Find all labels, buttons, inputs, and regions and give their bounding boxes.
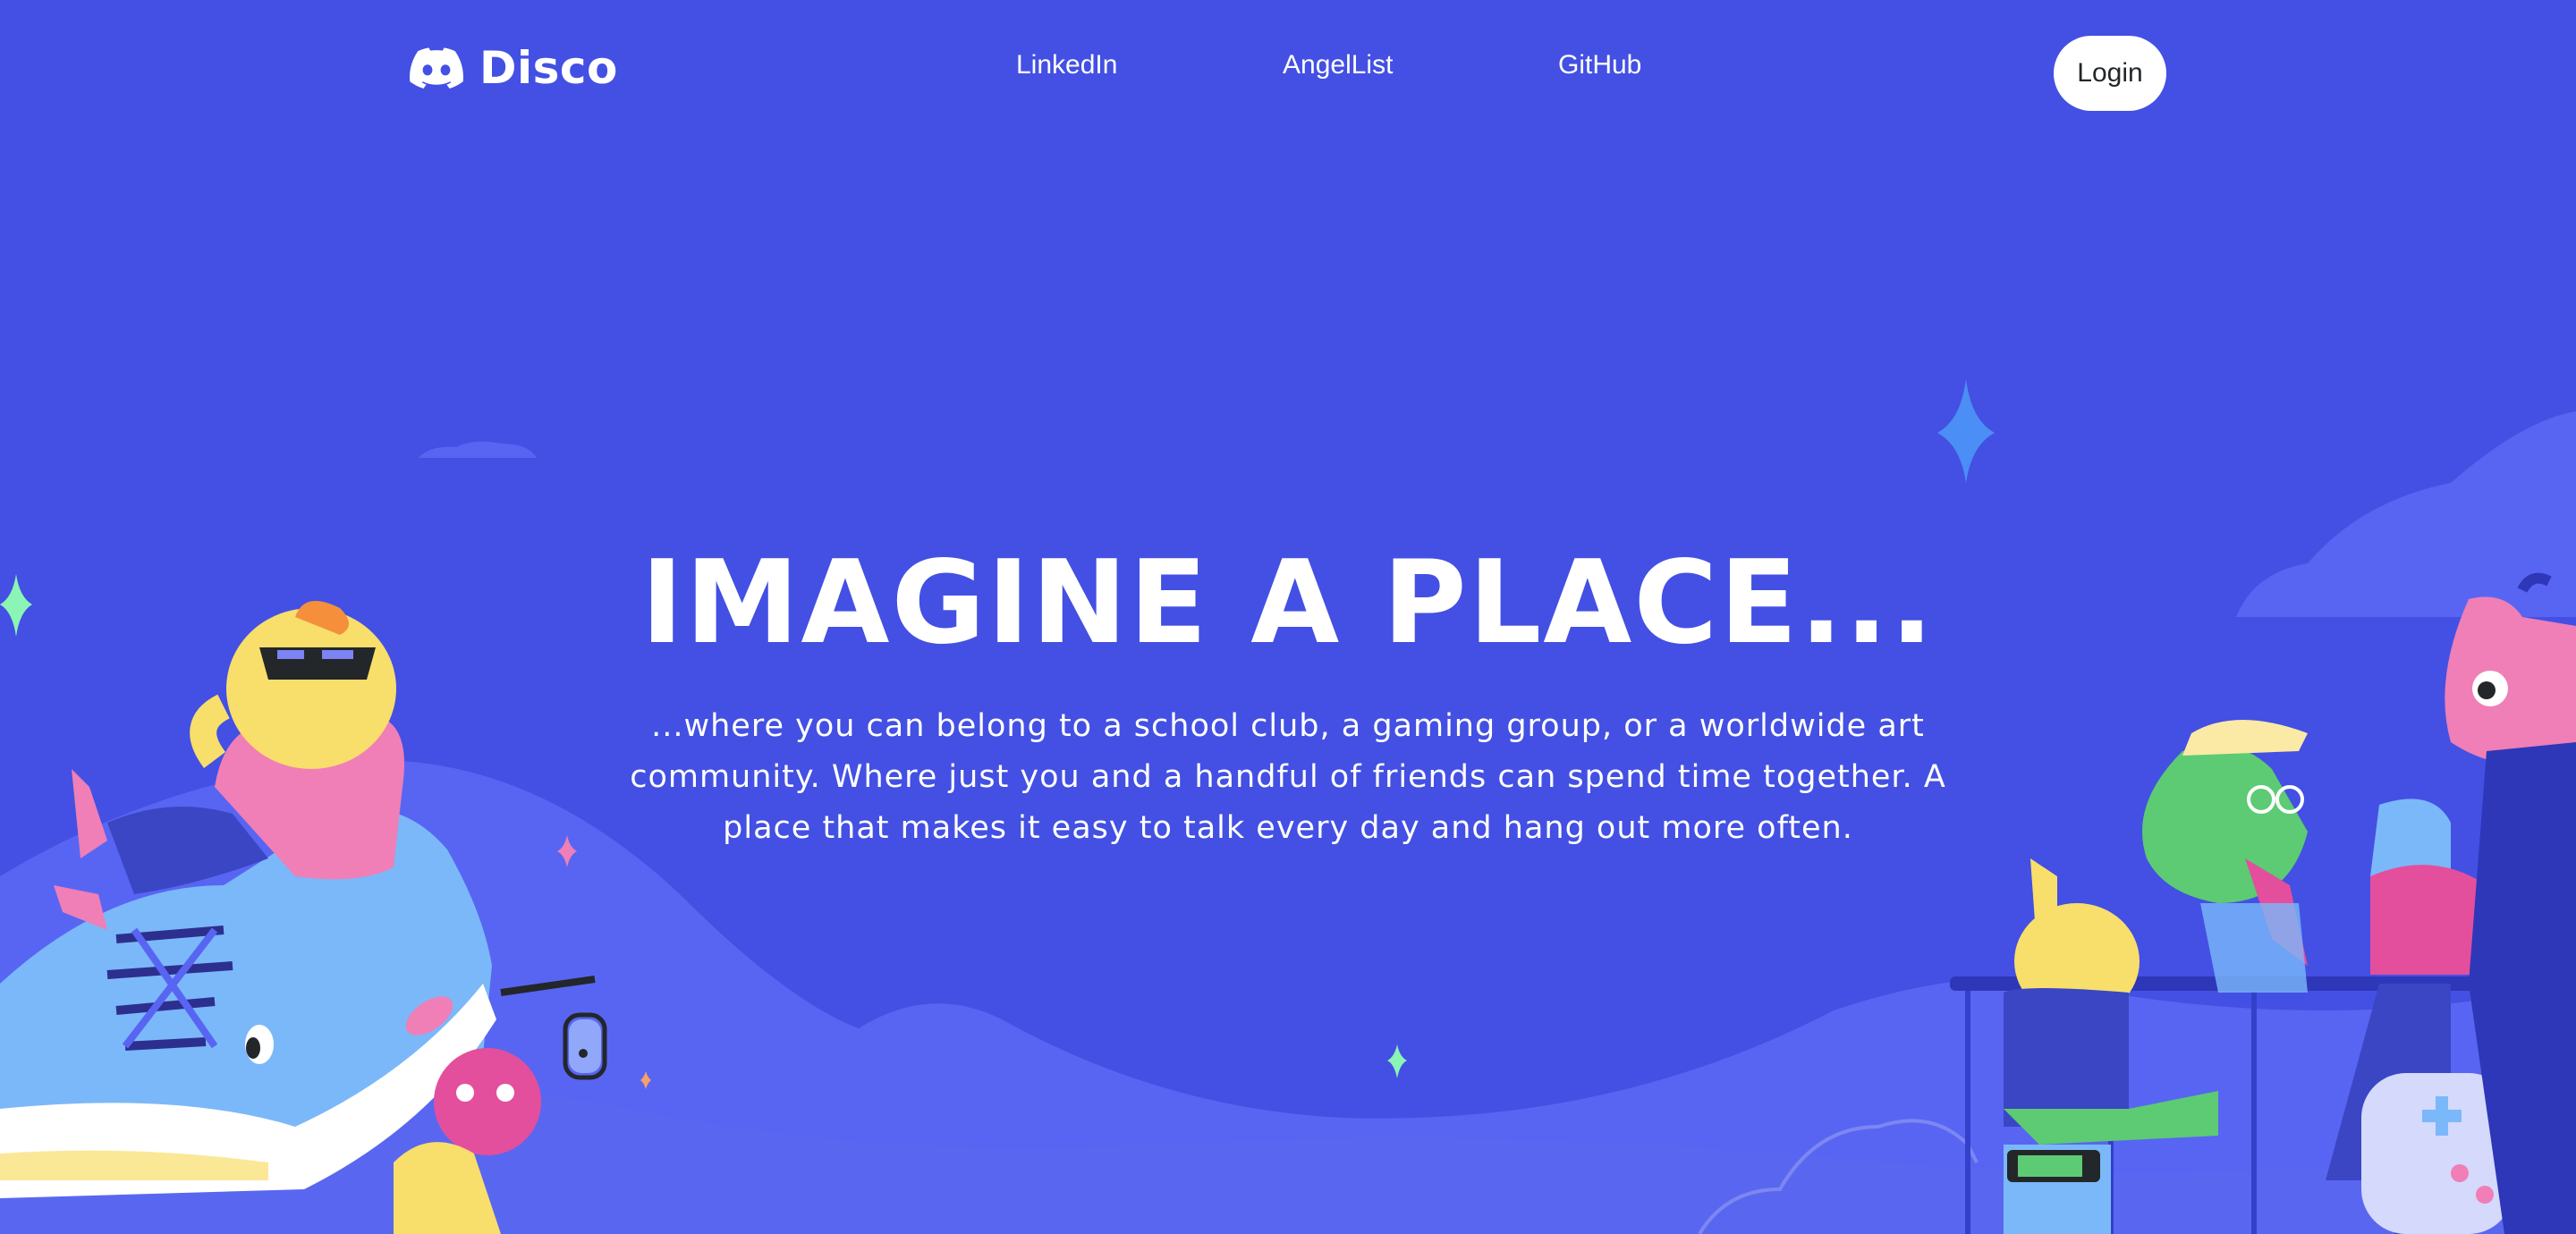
cloud-icon [419, 441, 537, 458]
brand-name: Disco [479, 42, 618, 94]
sneaker-character-group [0, 601, 496, 1198]
login-button[interactable]: Login [2054, 36, 2166, 111]
discord-logo-icon [410, 47, 463, 89]
brand-logo[interactable]: Disco [410, 38, 618, 98]
site-header: Disco LinkedIn AngelList GitHub Login [0, 0, 2576, 143]
sparkle-icon [1387, 1044, 1407, 1078]
nav-link-linkedin[interactable]: LinkedIn [1016, 50, 1117, 80]
nav-link-angellist[interactable]: AngelList [1283, 50, 1393, 80]
hero-title: IMAGINE A PLACE... [640, 537, 1936, 670]
nav-link-github[interactable]: GitHub [1558, 50, 1641, 80]
hero-description: ...where you can belong to a school club… [630, 708, 1946, 846]
sparkle-icon [1937, 379, 1995, 483]
